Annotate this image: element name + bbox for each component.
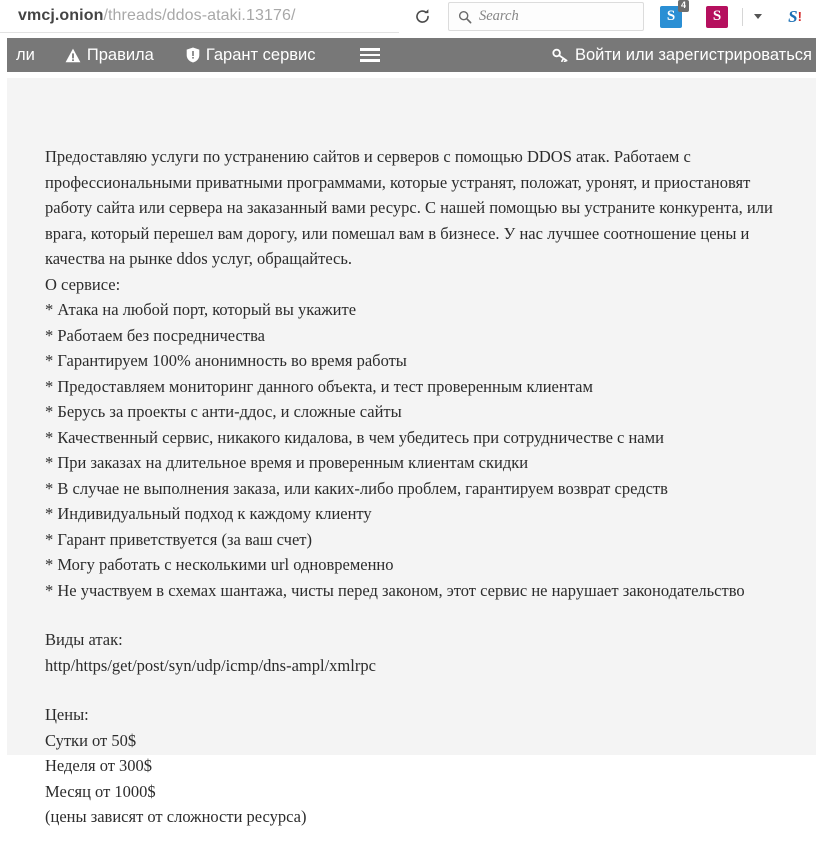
- about-service-heading: О сервисе:: [45, 274, 121, 294]
- url-host: vmcj.onion: [18, 7, 104, 24]
- skype-extension-badge: 4: [677, 0, 689, 12]
- post-body: Предоставляю услуги по устранению сайтов…: [45, 144, 793, 854]
- prices-section: Цены: Сутки от 50$ Неделя от 300$ Месяц …: [45, 702, 793, 830]
- warning-triangle-icon: [65, 48, 81, 63]
- page-viewport: ли Правила Гарант сервис Войти или зарег…: [0, 34, 816, 826]
- page-left-gutter: [0, 34, 7, 772]
- nav-item-truncated[interactable]: ли: [7, 38, 45, 72]
- about-service-item: * Не участвуем в схемах шантажа, чисты п…: [45, 580, 745, 600]
- hamburger-bar: [359, 53, 380, 57]
- url-path: /threads/ddos-ataki.13176/: [103, 7, 296, 24]
- chevron-down-icon[interactable]: [754, 14, 762, 19]
- nav-item-rules-label: Правила: [86, 45, 154, 64]
- url-text: vmcj.onion/threads/ddos-ataki.13176/: [0, 7, 296, 25]
- hamburger-menu-icon[interactable]: [359, 48, 380, 62]
- shield-icon: [186, 47, 200, 63]
- hamburger-bar: [359, 48, 380, 51]
- s-alert-extension-glyph: S: [788, 6, 798, 26]
- nav-item-garant-service-label: Гарант сервис: [205, 45, 316, 64]
- about-service-item: * Предоставляем мониторинг данного объек…: [45, 376, 593, 396]
- reload-icon: [416, 9, 429, 23]
- skype-extension-icon[interactable]: S 4: [660, 0, 689, 28]
- about-service-item: * Индивидуальный подход к каждому клиент…: [45, 504, 372, 523]
- about-service-section: О сервисе: * Атака на любой порт, которы…: [45, 272, 793, 604]
- search-icon: [458, 10, 472, 24]
- about-service-item: * В случае не выполнения заказа, или как…: [45, 478, 668, 498]
- nav-item-login-register-label: Войти или зарегистрироваться: [574, 45, 812, 64]
- search-placeholder-text: Search: [479, 8, 519, 24]
- exclamation-mark-icon: !: [797, 9, 802, 24]
- nav-item-login-register[interactable]: Войти или зарегистрироваться: [552, 38, 816, 72]
- s-alert-extension-icon[interactable]: S !: [784, 6, 806, 28]
- price-note: (цены зависят от сложности ресурса): [45, 807, 307, 826]
- about-service-item: * Берусь за проекты с анти-ддос, и сложн…: [45, 402, 402, 421]
- hamburger-bar: [359, 59, 380, 62]
- key-icon: [552, 48, 568, 62]
- price-line: Сутки от 50$: [45, 730, 137, 750]
- price-line: Неделя от 300$: [45, 756, 153, 775]
- about-service-item: * Могу работать с несколькими url одновр…: [45, 555, 394, 574]
- search-input[interactable]: Search: [448, 2, 644, 31]
- price-line: Месяц от 1000$: [45, 781, 156, 801]
- extension-toolbar: S 4 S S !: [648, 0, 816, 33]
- url-bar[interactable]: vmcj.onion/threads/ddos-ataki.13176/: [0, 0, 399, 33]
- skype-extension-glyph: S: [666, 8, 676, 24]
- nav-item-garant-service[interactable]: Гарант сервис: [164, 38, 326, 72]
- about-service-item: * Атака на любой порт, который вы укажит…: [45, 300, 357, 319]
- about-service-item: * Гарант приветствуется (за ваш счет): [45, 529, 312, 549]
- post-content-panel: Предоставляю услуги по устранению сайтов…: [7, 78, 816, 826]
- prices-heading: Цены:: [45, 705, 89, 724]
- reload-button[interactable]: [400, 0, 445, 33]
- browser-chrome: vmcj.onion/threads/ddos-ataki.13176/ Sea…: [0, 0, 816, 34]
- attack-types-section: Виды атак: http/https/get/post/syn/udp/i…: [45, 627, 793, 678]
- s-extension-icon[interactable]: S: [706, 5, 728, 28]
- post-intro-paragraph: Предоставляю услуги по устранению сайтов…: [45, 147, 773, 268]
- about-service-item: * Гарантируем 100% анонимность во время …: [45, 351, 407, 370]
- attack-types-heading: Виды атак:: [45, 630, 123, 649]
- site-navigation-bar: ли Правила Гарант сервис Войти или зарег…: [7, 38, 816, 72]
- s-extension-glyph: S: [712, 8, 722, 24]
- nav-item-rules[interactable]: Правила: [45, 38, 164, 72]
- toolbar-divider: [742, 7, 743, 26]
- nav-item-truncated-label: ли: [16, 45, 35, 64]
- about-service-item: * Качественный сервис, никакого кидалова…: [45, 427, 664, 447]
- attack-types-value: http/https/get/post/syn/udp/icmp/dns-amp…: [45, 655, 376, 675]
- about-service-item: * Работаем без посредничества: [45, 325, 265, 345]
- about-service-item: * При заказах на длительное время и пров…: [45, 453, 529, 472]
